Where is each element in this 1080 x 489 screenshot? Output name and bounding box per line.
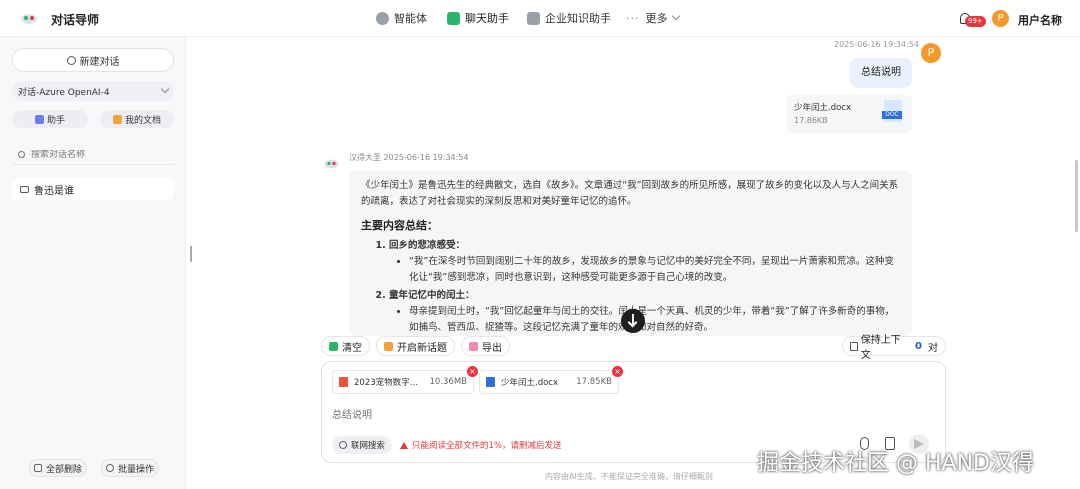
new-chat-label: 新建对话 bbox=[79, 56, 120, 68]
tab-chat-assistant[interactable]: 聊天助手 bbox=[447, 9, 509, 27]
tab-agent[interactable]: 智能体 bbox=[376, 9, 427, 27]
web-search-toggle[interactable]: 联网搜索 bbox=[332, 436, 393, 454]
assistant-icon bbox=[34, 114, 44, 124]
list-item-title: 童年记忆中的闰土： bbox=[389, 290, 475, 301]
search-input[interactable] bbox=[31, 149, 161, 160]
user-avatar: P bbox=[921, 43, 941, 63]
bot-message-meta: 汉得大圣 2025-06-16 19:34:54 bbox=[349, 153, 469, 162]
plus-icon bbox=[66, 55, 76, 65]
model-select[interactable]: 对话-Azure OpenAI-4 bbox=[12, 81, 174, 101]
tab-label: 聊天助手 bbox=[465, 12, 509, 25]
arrow-head bbox=[627, 317, 638, 328]
attachment-name: 2023宠物数字… bbox=[354, 378, 419, 388]
file-limit-warning: 只能阅读全部文件的1%，请删减后发送 bbox=[400, 439, 562, 451]
scrollbar[interactable] bbox=[1075, 160, 1078, 232]
user-file-card[interactable]: 少年闰土.docx 17.86KB DOC bbox=[786, 95, 912, 133]
scroll-to-bottom-button[interactable] bbox=[621, 309, 645, 333]
document-icon bbox=[112, 114, 122, 124]
new-topic-button[interactable]: 开启新话题 bbox=[376, 336, 455, 356]
export-button[interactable]: 导出 bbox=[461, 336, 510, 356]
delete-all-label: 全部删除 bbox=[45, 464, 82, 475]
knowledge-icon bbox=[527, 11, 540, 25]
context-unit: 对 bbox=[927, 342, 938, 354]
trash-icon bbox=[33, 464, 42, 472]
context-count: 0 bbox=[915, 340, 922, 352]
chevron-down-icon bbox=[671, 11, 680, 21]
attachment-size: 17.85KB bbox=[576, 377, 612, 387]
bot-avatar-icon bbox=[324, 159, 339, 169]
list-item-title: 回乡的悲凉感受： bbox=[389, 240, 466, 251]
keep-context-label: 保持上下文 bbox=[860, 335, 901, 361]
username[interactable]: 用户名称 bbox=[1018, 12, 1062, 28]
globe-icon bbox=[339, 441, 347, 449]
doc-file-icon: DOC bbox=[882, 100, 902, 122]
tab-more[interactable]: ··· 更多 bbox=[626, 9, 680, 27]
remove-attachment-icon[interactable]: × bbox=[612, 366, 623, 377]
attachment-chip[interactable]: 2023宠物数字… 10.36MB × bbox=[332, 366, 478, 394]
history-item-label: 鲁迅是谁 bbox=[34, 185, 74, 197]
sidebar-resize-handle[interactable] bbox=[190, 246, 192, 262]
attachment-size: 10.36MB bbox=[429, 377, 468, 387]
export-label: 导出 bbox=[482, 342, 502, 354]
warning-icon bbox=[400, 441, 408, 449]
assistant-button[interactable]: 助手 bbox=[12, 110, 88, 128]
more-dots-icon: ··· bbox=[626, 11, 640, 25]
app-title: 对话导师 bbox=[51, 13, 100, 27]
agent-icon bbox=[376, 11, 389, 25]
warning-text: 只能阅读全部文件的1%，请删减后发送 bbox=[412, 441, 562, 451]
my-docs-label: 我的文档 bbox=[124, 115, 161, 126]
message-input[interactable] bbox=[332, 406, 852, 424]
bot-intro: 《少年闰土》是鲁迅先生的经典散文，选自《故乡》。文章通过“我”回到故乡的所见所感… bbox=[361, 180, 899, 207]
top-bar: 对话导师 智能体 聊天助手 企业知识助手 ··· 更多 99+ P 用户名称 bbox=[0, 0, 1080, 37]
attachment-name: 少年闰土.docx bbox=[501, 378, 559, 388]
doc-file-icon bbox=[486, 377, 495, 387]
clear-label: 清空 bbox=[342, 342, 362, 354]
list-item: 童年记忆中的闰土： 母亲提到闰土时，“我”回忆起童年与闰土的交往。闰土是一个天真… bbox=[389, 288, 900, 336]
search-icon bbox=[18, 151, 25, 158]
chat-assistant-icon bbox=[447, 11, 460, 25]
assistant-label: 助手 bbox=[46, 115, 65, 126]
gear-icon bbox=[105, 464, 114, 472]
topic-icon bbox=[384, 341, 393, 351]
export-icon bbox=[469, 341, 478, 351]
list-item-bullet: “我”在深冬时节回到阔别二十年的故乡，发现故乡的景象与记忆中的美好完全不同，呈现… bbox=[409, 254, 900, 286]
file-name: 少年闰土.docx bbox=[794, 103, 852, 113]
context-icon bbox=[850, 341, 858, 351]
user-message-timestamp: 2025-06-16 19:34:54 bbox=[834, 40, 919, 49]
list-item-bullet: 母亲提到闰土时，“我”回忆起童年与闰土的交往。闰土是一个天真、机灵的少年，带着“… bbox=[409, 304, 900, 336]
file-size: 17.86KB bbox=[794, 116, 828, 125]
sidebar: 新建对话 对话-Azure OpenAI-4 助手 我的文档 鲁迅是谁 全部删除… bbox=[0, 37, 186, 489]
keep-context-control[interactable]: 保持上下文 0 对 bbox=[842, 335, 946, 361]
pdf-file-icon bbox=[339, 377, 348, 387]
broom-icon bbox=[329, 341, 338, 351]
new-topic-label: 开启新话题 bbox=[397, 342, 447, 354]
notification-badge: 99+ bbox=[965, 16, 986, 27]
app-logo-icon bbox=[21, 14, 37, 24]
model-select-value: 对话-Azure OpenAI-4 bbox=[18, 87, 110, 98]
watermark: 掘金技术社区 @ HAND汉得 bbox=[757, 451, 1034, 476]
batch-operation-label: 批量操作 bbox=[117, 464, 154, 475]
tab-label: 更多 bbox=[645, 12, 668, 25]
chat-bubble-icon bbox=[20, 185, 29, 193]
tab-label: 企业知识助手 bbox=[545, 12, 611, 25]
new-chat-button[interactable]: 新建对话 bbox=[12, 48, 174, 72]
delete-all-button[interactable]: 全部删除 bbox=[29, 459, 87, 477]
web-search-label: 联网搜索 bbox=[351, 441, 386, 451]
tab-knowledge[interactable]: 企业知识助手 bbox=[527, 9, 611, 27]
avatar[interactable]: P bbox=[992, 10, 1009, 27]
tab-label: 智能体 bbox=[394, 12, 427, 25]
clear-button[interactable]: 清空 bbox=[321, 336, 370, 356]
user-message-bubble: 总结说明 bbox=[850, 58, 912, 88]
file-type-tag: DOC bbox=[882, 111, 902, 119]
history-item[interactable]: 鲁迅是谁 bbox=[12, 178, 174, 200]
ai-disclaimer: 内容由AI生成，不能保证完全准确，请仔细甄别 bbox=[545, 472, 713, 481]
batch-operation-button[interactable]: 批量操作 bbox=[101, 459, 159, 477]
chevron-down-icon bbox=[160, 84, 170, 94]
remove-attachment-icon[interactable]: × bbox=[467, 366, 478, 377]
my-docs-button[interactable]: 我的文档 bbox=[100, 110, 174, 128]
attachment-chip[interactable]: 少年闰土.docx 17.85KB × bbox=[479, 366, 623, 394]
summary-heading: 主要内容总结： bbox=[361, 219, 438, 232]
list-item: 回乡的悲凉感受： “我”在深冬时节回到阔别二十年的故乡，发现故乡的景象与记忆中的… bbox=[389, 238, 900, 286]
search-box bbox=[12, 145, 174, 165]
